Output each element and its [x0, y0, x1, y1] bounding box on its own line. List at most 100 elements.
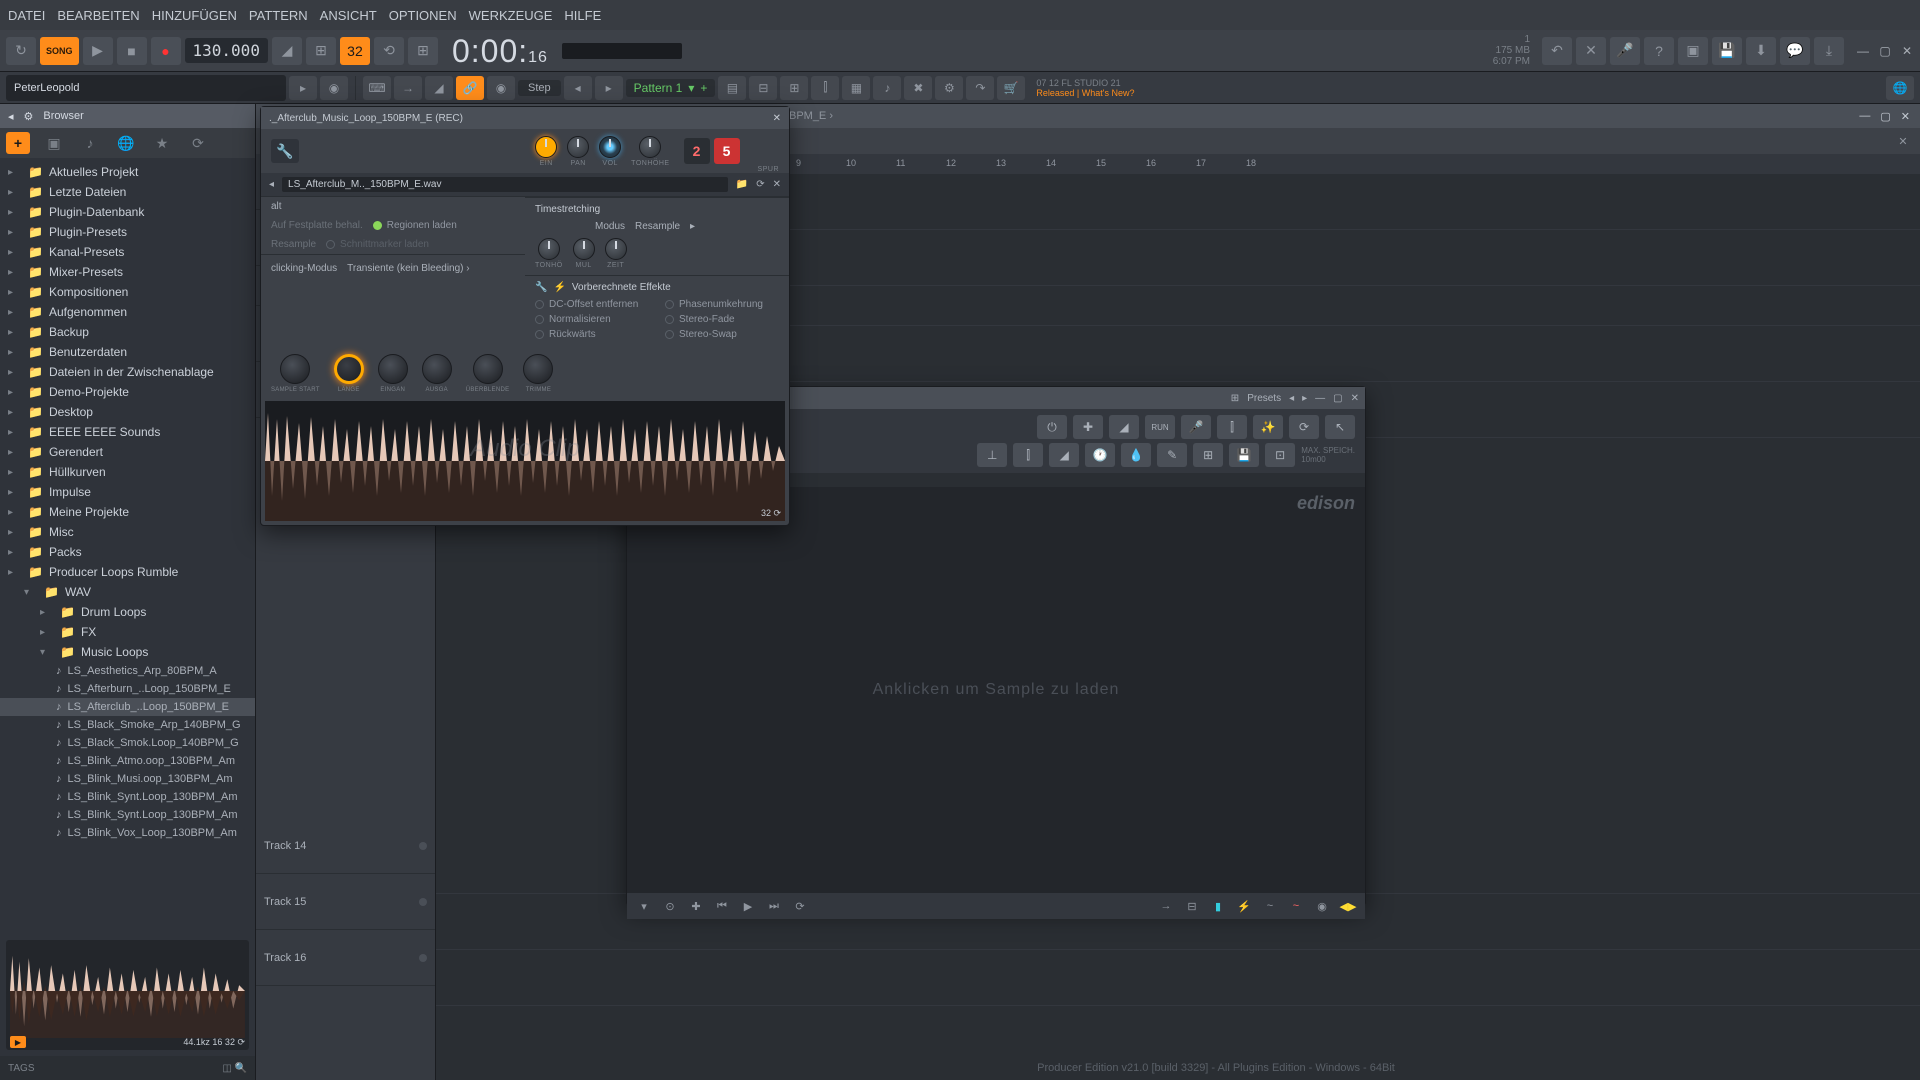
close-icon[interactable]: ✕ [1900, 44, 1914, 58]
folder-fx[interactable]: ▸📁FX [0, 622, 255, 642]
browser-tree[interactable]: ▸📁Aktuelles Projekt▸📁Letzte Dateien▸📁Plu… [0, 158, 255, 934]
normalize-radio[interactable] [535, 315, 544, 324]
folder-plugin-datenbank[interactable]: ▸📁Plugin-Datenbank [0, 202, 255, 222]
menu-add[interactable]: HINZUFÜGEN [152, 8, 237, 23]
load-markers-radio[interactable] [326, 240, 335, 249]
filter-icon[interactable]: ◫ [222, 1063, 231, 1074]
file-item[interactable]: ♪LS_Blink_Vox_Loop_130BPM_Am [0, 824, 255, 842]
menu-pattern[interactable]: PATTERN [249, 8, 308, 23]
ed-f-target-icon[interactable]: ⊙ [661, 898, 679, 914]
channel-rack-icon[interactable]: ⊞ [780, 76, 808, 100]
ed-mic-icon[interactable]: 🎤 [1181, 415, 1211, 439]
reverse-radio[interactable] [535, 330, 544, 339]
folder-kanal-presets[interactable]: ▸📁Kanal-Presets [0, 242, 255, 262]
ts-mode-value[interactable]: Resample [635, 221, 680, 232]
folder-packs[interactable]: ▸📁Packs [0, 542, 255, 562]
ed-f-m4-icon[interactable]: ~ [1261, 898, 1279, 914]
ed-ramp-icon[interactable]: ◢ [1109, 415, 1139, 439]
stereo-fade-radio[interactable] [665, 315, 674, 324]
sample-start-knob[interactable] [280, 354, 310, 384]
channel-number[interactable]: 2 [684, 138, 710, 164]
plugin-picker-icon[interactable]: ⚙ [935, 76, 963, 100]
folder-misc[interactable]: ▸📁Misc [0, 522, 255, 542]
wait-icon[interactable]: ⊞ [306, 37, 336, 65]
browser2-icon[interactable]: ▦ [842, 76, 870, 100]
tempo-display[interactable]: 130.000 [185, 38, 268, 63]
folder-aktuelles-projekt[interactable]: ▸📁Aktuelles Projekt [0, 162, 255, 182]
close-all-icon[interactable]: ✖ [904, 76, 932, 100]
pl-max-icon[interactable]: ▢ [1880, 110, 1890, 123]
time-knob[interactable] [605, 238, 627, 260]
save-icon[interactable]: 💾 [1712, 37, 1742, 65]
tempo-tap-icon[interactable]: ♪ [873, 76, 901, 100]
sync-icon[interactable]: ↻ [6, 37, 36, 65]
ed-tool2-icon[interactable]: ⫿ [1013, 443, 1043, 467]
folder-gerendert[interactable]: ▸📁Gerendert [0, 442, 255, 462]
browser-tab-all[interactable]: ▣ [42, 132, 66, 154]
channel-title-bar[interactable]: ._Afterclub_Music_Loop_150BPM_E (REC) ✕ [261, 107, 789, 129]
redo-icon[interactable]: ↷ [966, 76, 994, 100]
link-icon[interactable]: → [394, 76, 422, 100]
metronome-icon[interactable]: ◢ [272, 37, 302, 65]
fx-wrench-icon[interactable]: 🔧 [535, 282, 547, 293]
edison-next-icon[interactable]: ▸ [1302, 393, 1307, 404]
globe-icon[interactable]: 🌐 [1886, 76, 1914, 100]
menu-view[interactable]: ANSICHT [320, 8, 377, 23]
multilink-icon[interactable]: ◉ [487, 76, 515, 100]
crossfade-knob[interactable] [473, 354, 503, 384]
file-item[interactable]: ♪LS_Blink_Synt.Loop_130BPM_Am [0, 806, 255, 824]
edison-grid-icon[interactable]: ⊞ [1231, 393, 1239, 404]
file-item[interactable]: ♪LS_Black_Smok.Loop_140BPM_G [0, 734, 255, 752]
fade-in-knob[interactable] [378, 354, 408, 384]
enable-led[interactable] [535, 136, 557, 158]
dc-offset-radio[interactable] [535, 300, 544, 309]
ed-pencil-icon[interactable]: ✎ [1157, 443, 1187, 467]
browser-tab-fav[interactable]: ★ [150, 132, 174, 154]
file-item[interactable]: ♪LS_Afterburn_..Loop_150BPM_E [0, 680, 255, 698]
snap-icon[interactable]: 🔗 [456, 76, 484, 100]
pl-close-icon[interactable]: ✕ [1901, 110, 1910, 123]
mul-knob[interactable] [573, 238, 595, 260]
typing-kbd-icon[interactable]: ⌨ [363, 76, 391, 100]
pl-close-track-icon[interactable]: ✕ [1892, 131, 1914, 151]
pl-min-icon[interactable]: — [1859, 110, 1870, 122]
file-prev-icon[interactable]: ◂ [269, 179, 274, 190]
ed-f-m5-icon[interactable]: ~ [1287, 898, 1305, 914]
folder-hüllkurven[interactable]: ▸📁Hüllkurven [0, 462, 255, 482]
ed-loop2-icon[interactable]: ⟳ [1289, 415, 1319, 439]
edison-min-icon[interactable]: — [1315, 393, 1325, 404]
file-refresh-icon[interactable]: ⟳ [756, 179, 764, 190]
load-regions-radio[interactable] [373, 221, 382, 230]
browser-preview[interactable]: ▶ 44.1kz 16 32 ⟳ [6, 940, 249, 1050]
file-remove-icon[interactable]: ✕ [773, 179, 781, 190]
browser-tab-add[interactable]: + [6, 132, 30, 154]
track-route[interactable]: 5 [714, 138, 740, 164]
ed-tool1-icon[interactable]: ⊥ [977, 443, 1007, 467]
song-mode-button[interactable]: SONG [40, 37, 79, 65]
folder-kompositionen[interactable]: ▸📁Kompositionen [0, 282, 255, 302]
folder-impulse[interactable]: ▸📁Impulse [0, 482, 255, 502]
ed-f-next-icon[interactable]: ⏭ [765, 898, 783, 914]
pitch-ts-knob[interactable] [538, 238, 560, 260]
record-button[interactable]: ● [151, 37, 181, 65]
news-panel[interactable]: 07 12 FL STUDIO 21 Released | What's New… [1036, 78, 1134, 98]
time-display[interactable]: 0:00:16 [452, 32, 548, 70]
browser-options-icon[interactable]: ⚙ [24, 110, 34, 123]
ed-cursor-icon[interactable]: ↖ [1325, 415, 1355, 439]
live-icon[interactable]: ◢ [425, 76, 453, 100]
folder-wav[interactable]: ▾📁WAV [0, 582, 255, 602]
piano-roll-icon[interactable]: ⊟ [749, 76, 777, 100]
shop-icon[interactable]: 🛒 [997, 76, 1025, 100]
file-item[interactable]: ♪LS_Blink_Musi.oop_130BPM_Am [0, 770, 255, 788]
download-icon[interactable]: ⤓ [1814, 37, 1844, 65]
settings-icon[interactable]: ✕ [1576, 37, 1606, 65]
folder-eeee-eeee-sounds[interactable]: ▸📁EEEE EEEE Sounds [0, 422, 255, 442]
search-icon[interactable]: 🔍 [235, 1063, 247, 1074]
volume-knob[interactable] [599, 136, 621, 158]
stereo-swap-radio[interactable] [665, 330, 674, 339]
folder-music-loops[interactable]: ▾📁Music Loops [0, 642, 255, 662]
ed-f-prev-icon[interactable]: ⏮ [713, 898, 731, 914]
folder-aufgenommen[interactable]: ▸📁Aufgenommen [0, 302, 255, 322]
play-indicator-icon[interactable]: ▸ [289, 76, 317, 100]
midi-icon[interactable]: ◉ [320, 76, 348, 100]
